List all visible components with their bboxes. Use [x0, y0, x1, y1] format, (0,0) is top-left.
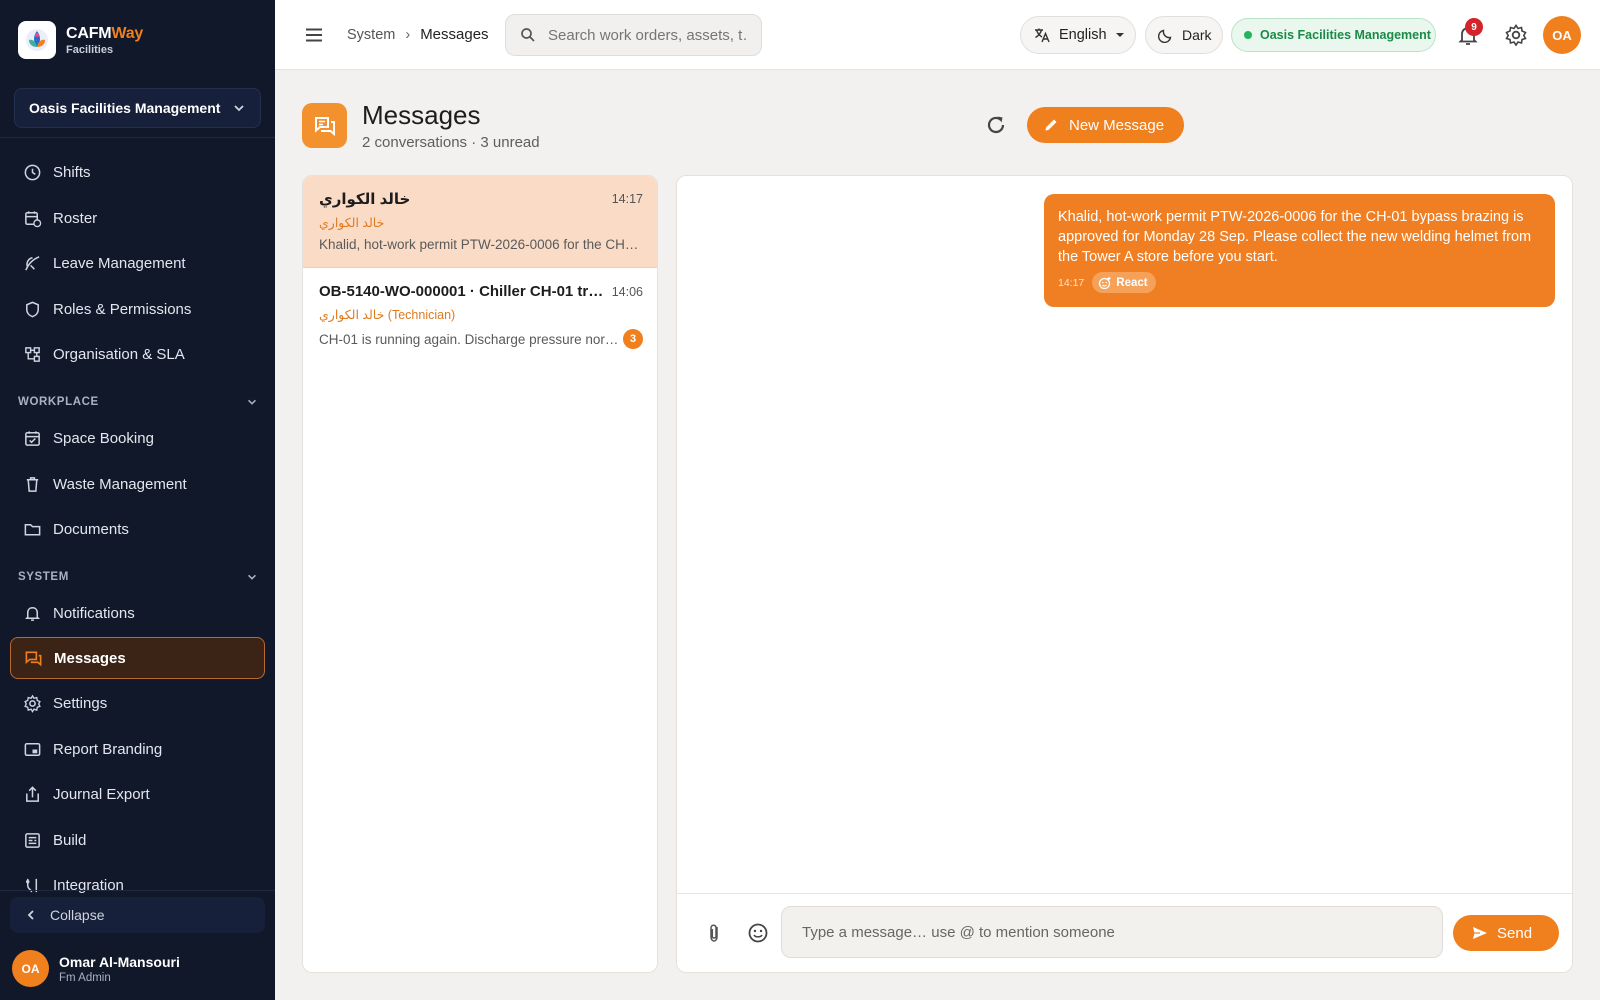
- conversation-sender: خالد الكواري: [319, 216, 385, 230]
- chat-icon: [23, 648, 43, 668]
- settings-gear-icon[interactable]: [1503, 22, 1529, 48]
- active-org-badge[interactable]: Oasis Facilities Management: [1231, 18, 1436, 52]
- global-search[interactable]: [505, 14, 762, 56]
- language-selector[interactable]: English: [1020, 16, 1136, 54]
- user-name: Omar Al-Mansouri: [59, 953, 180, 970]
- conversation-title: OB-5140-WO-000001 · Chiller CH-01 trippe…: [319, 283, 604, 300]
- collapse-sidebar-button[interactable]: Collapse: [10, 897, 265, 933]
- org-chart-icon: [22, 344, 42, 364]
- sidebar-item-report-branding[interactable]: Report Branding: [10, 728, 265, 770]
- calendar-check-icon: [22, 428, 42, 448]
- top-bar: System › Messages English Dark Oasis Fac…: [275, 0, 1600, 70]
- integration-icon: [22, 875, 42, 895]
- sidebar-item-roster[interactable]: Roster: [10, 197, 265, 239]
- user-avatar[interactable]: OA: [1543, 16, 1581, 54]
- sidebar-item-shifts[interactable]: Shifts: [10, 151, 265, 193]
- chat-panel: Khalid, hot-work permit PTW-2026-0006 fo…: [676, 175, 1573, 973]
- search-input[interactable]: [548, 26, 748, 44]
- sidebar-item-organisation-sla[interactable]: Organisation & SLA: [10, 333, 265, 375]
- trash-icon: [22, 474, 42, 494]
- shield-icon: [22, 299, 42, 319]
- chevron-down-icon: [248, 399, 256, 405]
- new-message-button[interactable]: New Message: [1027, 107, 1184, 143]
- sidebar-item-settings[interactable]: Settings: [10, 682, 265, 724]
- avatar: OA: [12, 950, 49, 987]
- message-time: 14:17: [1058, 276, 1085, 289]
- pencil-icon: [1045, 119, 1057, 131]
- sidebar-item-leave-management[interactable]: Leave Management: [10, 242, 265, 284]
- user-role: Fm Admin: [59, 971, 111, 984]
- clock-icon: [22, 162, 42, 182]
- org-selector[interactable]: Oasis Facilities Management: [14, 88, 261, 128]
- conversation-preview: CH-01 is running again. Discharge pressu…: [319, 331, 619, 347]
- sidebar-item-messages[interactable]: Messages: [10, 637, 265, 679]
- chevron-down-icon: [248, 574, 256, 580]
- sidebar-item-roles-permissions[interactable]: Roles & Permissions: [10, 288, 265, 330]
- messages-page-icon: [302, 103, 347, 148]
- sidebar-item-journal-export[interactable]: Journal Export: [10, 773, 265, 815]
- breadcrumb-parent[interactable]: System: [347, 27, 395, 43]
- chevron-left-icon: [27, 910, 34, 920]
- section-workplace[interactable]: WORKPLACE: [18, 396, 258, 408]
- gear-icon: [22, 693, 42, 713]
- message-input[interactable]: [781, 906, 1443, 958]
- folder-icon: [22, 519, 42, 539]
- message-text: Khalid, hot-work permit PTW-2026-0006 fo…: [1058, 209, 1532, 265]
- sidebar-item-space-booking[interactable]: Space Booking: [10, 417, 265, 459]
- breadcrumb: System › Messages: [347, 26, 489, 43]
- send-button[interactable]: Send: [1453, 915, 1559, 951]
- branding-icon: [22, 739, 42, 759]
- message-bubble: Khalid, hot-work permit PTW-2026-0006 fo…: [1044, 194, 1555, 307]
- build-icon: [22, 830, 42, 850]
- conversation-list: خالد الكواري 14:17 خالد الكواري Khalid, …: [302, 175, 658, 973]
- section-system[interactable]: SYSTEM: [18, 571, 258, 583]
- paperclip-icon[interactable]: [703, 922, 725, 944]
- current-user[interactable]: OA Omar Al-Mansouri Fm Admin: [12, 950, 180, 987]
- refresh-icon[interactable]: [983, 112, 1009, 138]
- leave-icon: [22, 253, 42, 273]
- react-button[interactable]: React: [1092, 272, 1156, 293]
- add-reaction-icon: [1099, 276, 1111, 289]
- sidebar-item-waste-management[interactable]: Waste Management: [10, 463, 265, 505]
- send-icon: [1473, 927, 1487, 939]
- sidebar-item-documents[interactable]: Documents: [10, 508, 265, 550]
- bell-icon: [22, 603, 42, 623]
- sidebar: CAFMWay Facilities Oasis Facilities Mana…: [0, 0, 275, 1000]
- conversation-item[interactable]: خالد الكواري 14:17 خالد الكواري Khalid, …: [303, 176, 657, 268]
- conversation-item[interactable]: OB-5140-WO-000001 · Chiller CH-01 trippe…: [303, 269, 657, 361]
- page-subtitle: 2 conversations · 3 unread: [362, 134, 540, 151]
- chevron-down-icon: [234, 105, 244, 112]
- calendar-clock-icon: [22, 208, 42, 228]
- search-icon: [521, 28, 535, 42]
- emoji-icon[interactable]: [747, 922, 769, 944]
- caret-down-icon: [1115, 33, 1124, 37]
- export-icon: [22, 784, 42, 804]
- moon-icon: [1158, 29, 1172, 43]
- notification-count-badge: 9: [1465, 18, 1483, 36]
- conversation-time: 14:17: [611, 192, 643, 206]
- chevron-right-icon: ›: [405, 26, 411, 43]
- conversation-preview: Khalid, hot-work permit PTW-2026-0006 fo…: [319, 237, 641, 252]
- unread-count-badge: 3: [623, 329, 643, 349]
- brand-logo: [18, 21, 56, 59]
- brand[interactable]: CAFMWay Facilities: [0, 0, 275, 80]
- conversation-title: خالد الكواري: [319, 191, 411, 208]
- brand-name: CAFMWay: [66, 24, 144, 42]
- translate-icon: [1035, 28, 1050, 43]
- conversation-sender: خالد الكواري (Technician): [319, 308, 456, 322]
- conversation-time: 14:06: [611, 284, 643, 299]
- breadcrumb-current: Messages: [420, 26, 489, 43]
- status-dot: [1244, 31, 1252, 39]
- sidebar-item-build[interactable]: Build: [10, 819, 265, 861]
- brand-subtitle: Facilities: [66, 43, 114, 56]
- hamburger-menu-icon[interactable]: [303, 24, 325, 46]
- page-title: Messages: [362, 100, 481, 130]
- sidebar-item-notifications[interactable]: Notifications: [10, 592, 265, 634]
- theme-toggle[interactable]: Dark: [1145, 16, 1223, 54]
